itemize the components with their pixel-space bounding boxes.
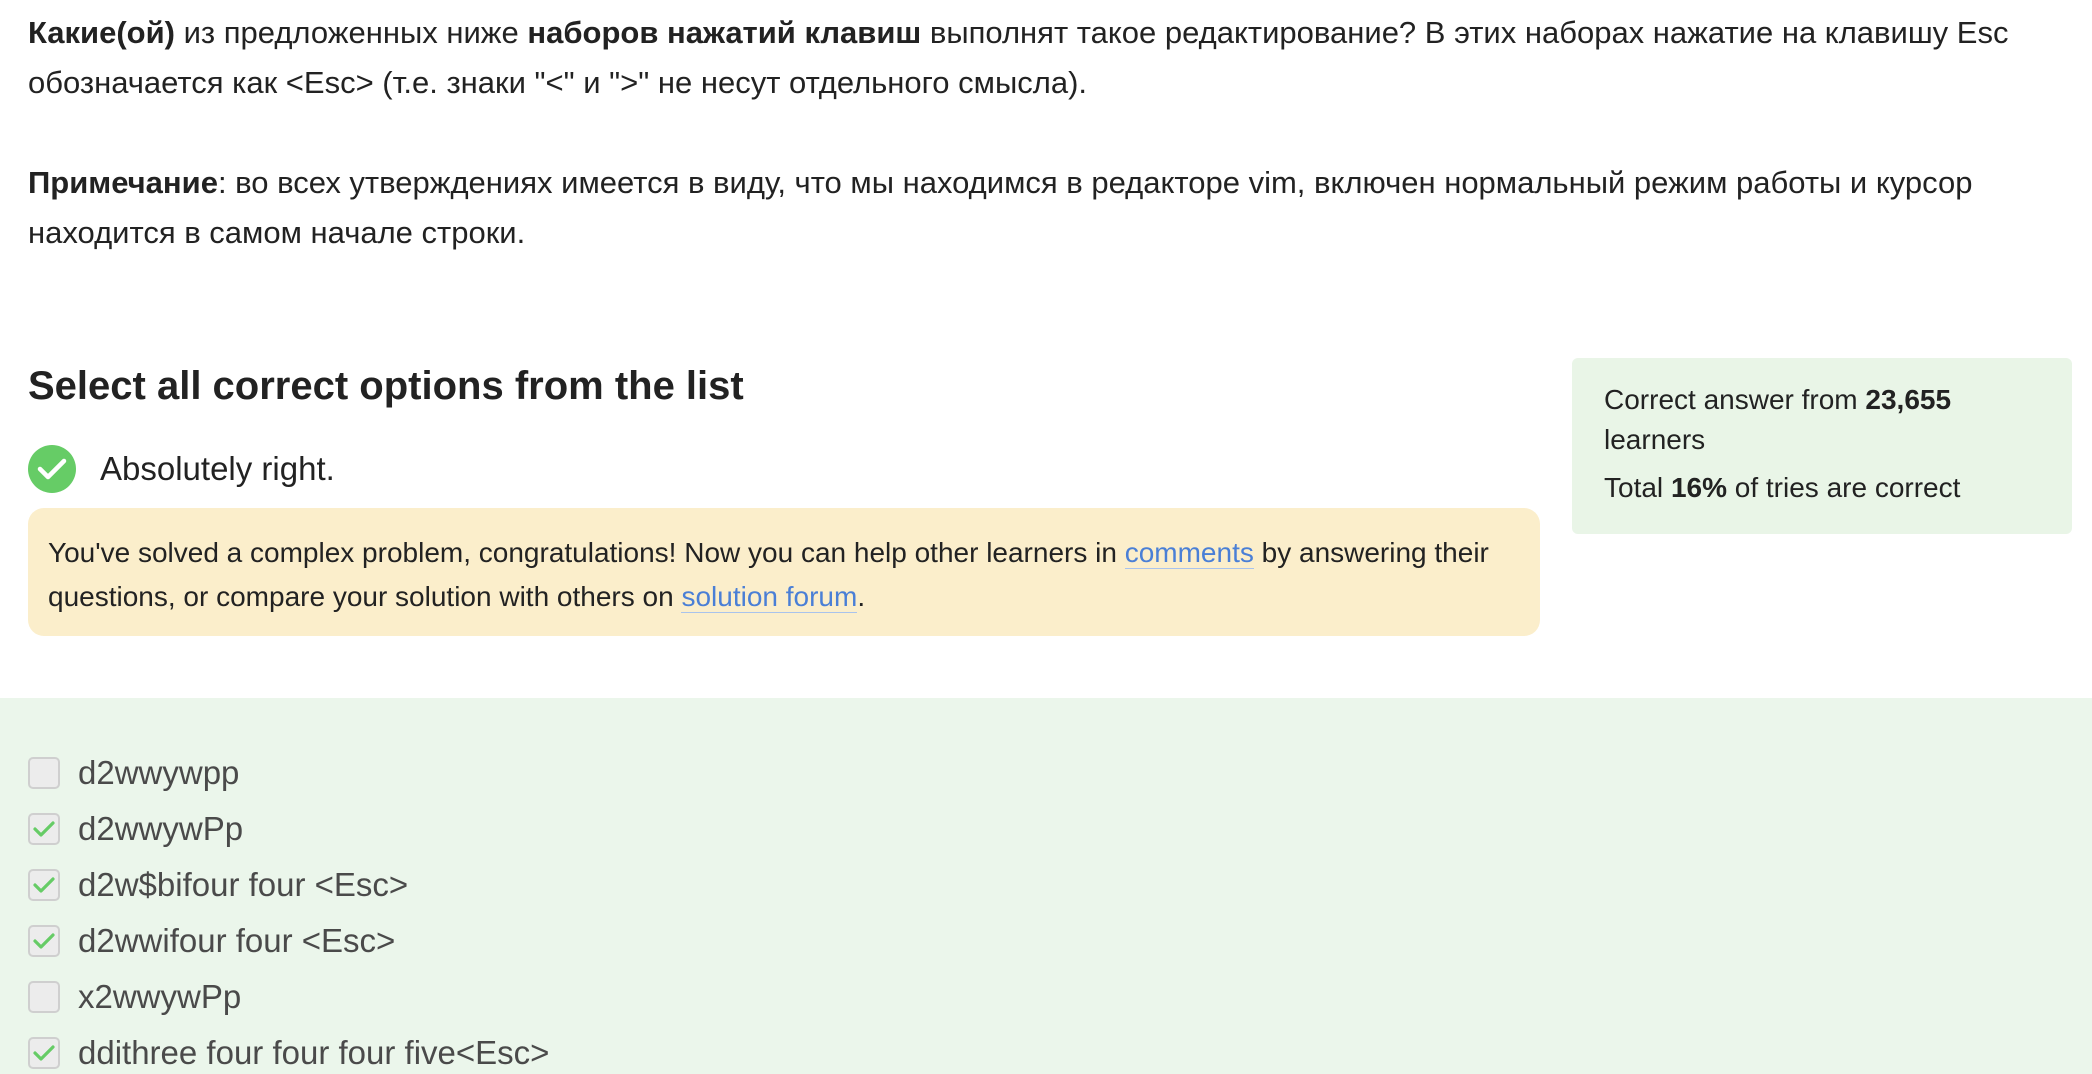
option-checkbox[interactable]	[28, 1037, 60, 1069]
prompt-title: Select all correct options from the list	[28, 364, 744, 408]
question-text: Какие(ой) из предложенных ниже наборов н…	[28, 8, 2078, 258]
congrats-text: You've solved a complex problem, congrat…	[48, 537, 1125, 568]
options-list: d2wwywpp d2wwywPp d2w$bifour four <Esc> …	[0, 698, 2092, 1074]
question-paragraph: Какие(ой) из предложенных ниже наборов н…	[28, 8, 2078, 108]
option-item[interactable]: d2wwifour four <Esc>	[28, 920, 395, 962]
verdict-text: Absolutely right.	[100, 450, 335, 487]
stats-text: Total	[1604, 472, 1671, 503]
option-checkbox[interactable]	[28, 925, 60, 957]
option-label: ddithree four four four five<Esc>	[78, 1034, 550, 1071]
option-label: x2wwywPp	[78, 978, 242, 1015]
option-item[interactable]: d2wwywPp	[28, 808, 243, 850]
congrats-text: .	[857, 581, 866, 612]
question-bold-phrase: наборов нажатий клавиш	[527, 15, 922, 50]
congrats-banner: You've solved a complex problem, congrat…	[28, 508, 1540, 636]
option-checkbox[interactable]	[28, 981, 60, 1013]
option-checkbox[interactable]	[28, 869, 60, 901]
option-item[interactable]: x2wwywPp	[28, 976, 241, 1018]
option-checkbox[interactable]	[28, 757, 60, 789]
comments-link[interactable]: comments	[1124, 537, 1254, 569]
stats-learners-line: Correct answer from 23,655 learners	[1604, 380, 2040, 460]
stats-percent-line: Total 16% of tries are correct	[1604, 468, 2040, 508]
verdict: Absolutely right.	[28, 443, 335, 495]
stats-panel: Correct answer from 23,655 learners Tota…	[1572, 358, 2072, 534]
stats-text: learners	[1604, 424, 1706, 455]
note-label: Примечание	[28, 165, 218, 200]
correct-percent: 16%	[1670, 472, 1727, 503]
checkmark-icon	[33, 933, 55, 949]
check-circle-icon	[28, 445, 76, 493]
question-text-part: из предложенных ниже	[175, 15, 528, 50]
option-label: d2wwywpp	[78, 754, 240, 791]
stats-text: Correct answer from	[1604, 384, 1866, 415]
option-label: d2wwywPp	[78, 810, 244, 847]
option-item[interactable]: d2w$bifour four <Esc>	[28, 864, 408, 906]
note-paragraph: Примечание: во всех утверждениях имеется…	[28, 158, 2078, 258]
checkmark-icon	[33, 1045, 55, 1061]
option-label: d2wwifour four <Esc>	[78, 922, 396, 959]
question-bold-prefix: Какие(ой)	[28, 15, 175, 50]
option-item[interactable]: d2wwywpp	[28, 752, 239, 794]
checkmark-icon	[33, 821, 55, 837]
learners-count: 23,655	[1865, 384, 1952, 415]
option-label: d2w$bifour four <Esc>	[78, 866, 409, 903]
stats-text: of tries are correct	[1726, 472, 1961, 503]
note-text: : во всех утверждениях имеется в виду, ч…	[28, 165, 1973, 250]
option-checkbox[interactable]	[28, 813, 60, 845]
option-item[interactable]: ddithree four four four five<Esc>	[28, 1032, 549, 1074]
checkmark-icon	[33, 877, 55, 893]
solution-forum-link[interactable]: solution forum	[681, 581, 858, 613]
